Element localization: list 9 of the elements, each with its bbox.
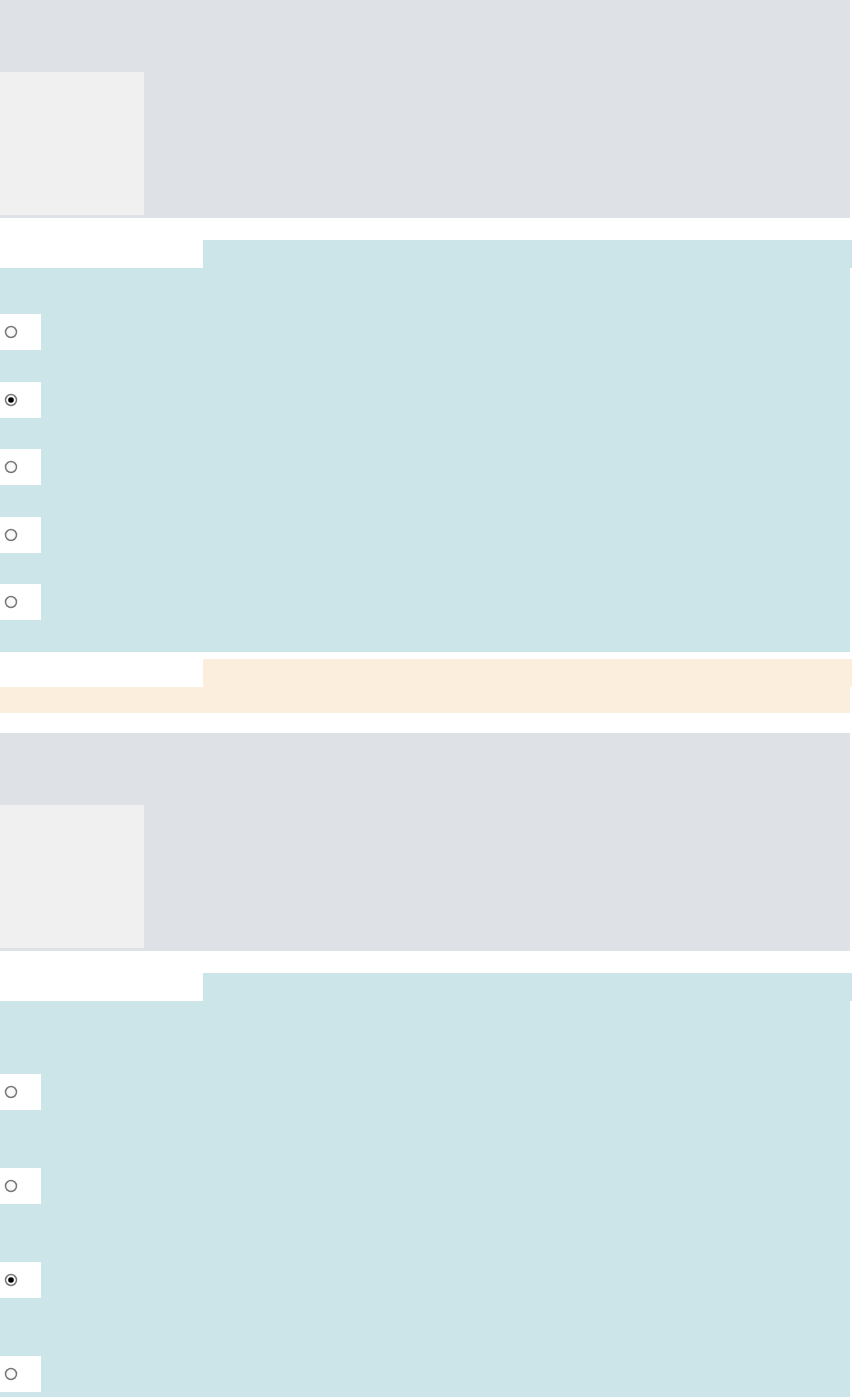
radio-button[interactable] <box>4 1273 18 1287</box>
radio-button[interactable] <box>4 1367 18 1381</box>
radio-button[interactable] <box>4 1085 18 1099</box>
radio-button[interactable] <box>4 325 18 339</box>
radio-button[interactable] <box>4 595 18 609</box>
radio-button[interactable] <box>4 392 18 407</box>
radio-button[interactable] <box>4 527 18 542</box>
radio-button[interactable] <box>4 460 18 474</box>
radio-button[interactable] <box>4 1179 18 1193</box>
